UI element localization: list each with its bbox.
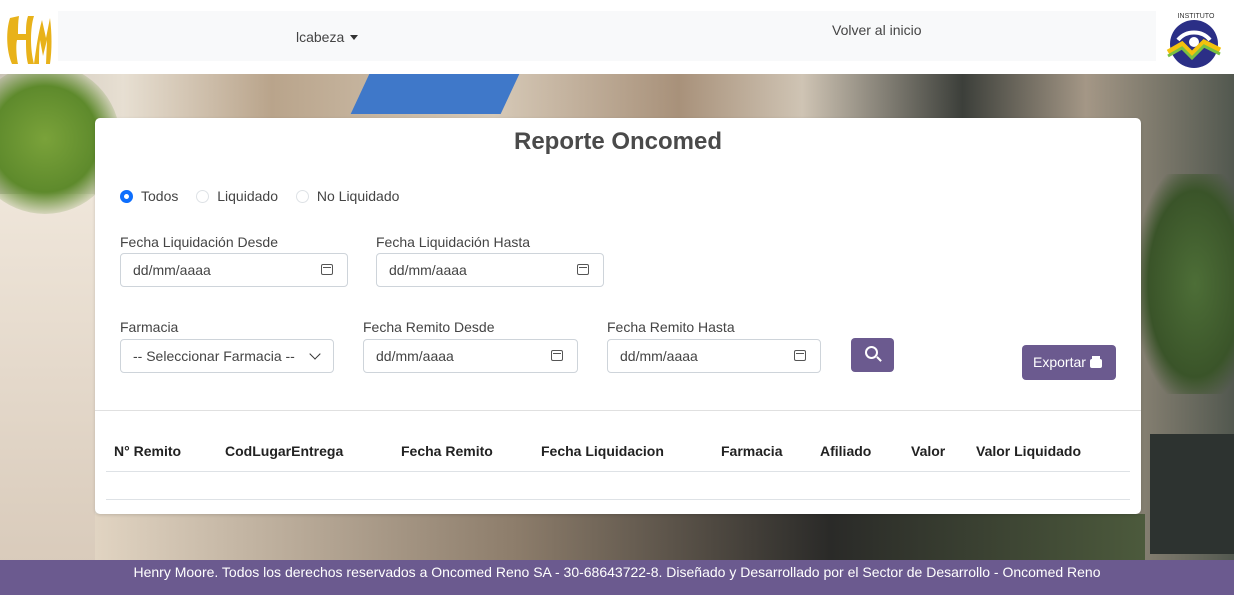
search-icon-handle	[876, 356, 882, 362]
radio-circle[interactable]	[196, 189, 210, 203]
chevron-down-icon	[309, 348, 321, 360]
bg-sky	[350, 74, 520, 114]
bg-window	[1150, 434, 1234, 554]
search-button[interactable]	[851, 338, 894, 372]
calendar-icon[interactable]	[551, 350, 563, 361]
bg-tree-right	[1140, 174, 1234, 394]
export-button[interactable]: Exportar	[1022, 345, 1116, 380]
fecha-liq-desde-input[interactable]: dd/mm/aaaa	[120, 253, 348, 287]
report-card: Reporte Oncomed Todos Liquidado No Liqui…	[95, 118, 1141, 514]
column-header[interactable]: Fecha Remito	[401, 443, 493, 459]
input-value: dd/mm/aaaa	[389, 262, 467, 278]
column-header[interactable]: Afiliado	[820, 443, 871, 459]
page-title: Reporte Oncomed	[513, 128, 723, 155]
fecha-remito-hasta-input[interactable]: dd/mm/aaaa	[607, 339, 821, 373]
input-value: dd/mm/aaaa	[133, 262, 211, 278]
printer-icon	[1089, 356, 1102, 368]
logo-text: INSTITUTO	[1178, 13, 1215, 20]
footer: Henry Moore. Todos los derechos reservad…	[0, 560, 1234, 595]
results-table: N° Remito CodLugarEntrega Fecha Remito F…	[95, 410, 1141, 515]
table-body-divider	[106, 499, 1130, 500]
calendar-icon[interactable]	[794, 350, 806, 361]
top-header: lcabeza Volver al inicio INSTITUTO	[0, 0, 1234, 74]
fecha-liq-hasta-input[interactable]: dd/mm/aaaa	[376, 253, 604, 287]
instituto-logo[interactable]: INSTITUTO	[1158, 6, 1228, 70]
radio-no-liquidado[interactable]: No Liquidado	[295, 188, 400, 204]
input-value: dd/mm/aaaa	[620, 348, 698, 364]
radio-circle[interactable]	[120, 189, 133, 203]
column-header[interactable]: Farmacia	[721, 443, 782, 459]
home-link[interactable]: Volver al inicio	[832, 22, 922, 38]
farmacia-label: Farmacia	[120, 319, 179, 335]
fecha-remito-hasta-label: Fecha Remito Hasta	[607, 319, 735, 335]
calendar-icon[interactable]	[577, 264, 589, 275]
navbar	[58, 11, 1156, 61]
user-name: lcabeza	[296, 29, 345, 45]
column-header[interactable]: Valor	[911, 443, 945, 459]
column-header[interactable]: Fecha Liquidacion	[541, 443, 664, 459]
input-value: dd/mm/aaaa	[376, 348, 454, 364]
fecha-remito-desde-label: Fecha Remito Desde	[363, 319, 495, 335]
fecha-remito-desde-input[interactable]: dd/mm/aaaa	[363, 339, 578, 373]
radio-label: Todos	[141, 188, 179, 204]
table-header: N° Remito CodLugarEntrega Fecha Remito F…	[106, 433, 1130, 472]
user-dropdown[interactable]: lcabeza	[296, 29, 359, 45]
radio-circle[interactable]	[295, 189, 309, 203]
radio-label: Liquidado	[217, 188, 278, 204]
radio-label: No Liquidado	[316, 188, 400, 204]
bg-ground	[95, 514, 1145, 560]
select-value: -- Seleccionar Farmacia --	[133, 348, 295, 364]
column-header[interactable]: CodLugarEntrega	[225, 443, 343, 459]
calendar-icon[interactable]	[321, 264, 333, 275]
bg-wall	[0, 194, 95, 560]
radio-liquidado[interactable]: Liquidado	[196, 188, 278, 204]
footer-text: Henry Moore. Todos los derechos reservad…	[133, 564, 1101, 580]
status-radio-group: Todos Liquidado No Liquidado	[120, 188, 413, 206]
farmacia-select[interactable]: -- Seleccionar Farmacia --	[120, 339, 334, 373]
fecha-liq-hasta-label: Fecha Liquidación Hasta	[376, 234, 531, 250]
radio-todos[interactable]: Todos	[120, 188, 178, 204]
hm-logo[interactable]	[4, 10, 54, 68]
fecha-liq-desde-label: Fecha Liquidación Desde	[120, 234, 278, 250]
export-label: Exportar	[1033, 354, 1086, 370]
column-header[interactable]: N° Remito	[114, 443, 181, 459]
caret-down-icon	[350, 35, 359, 40]
column-header[interactable]: Valor Liquidado	[976, 443, 1081, 459]
